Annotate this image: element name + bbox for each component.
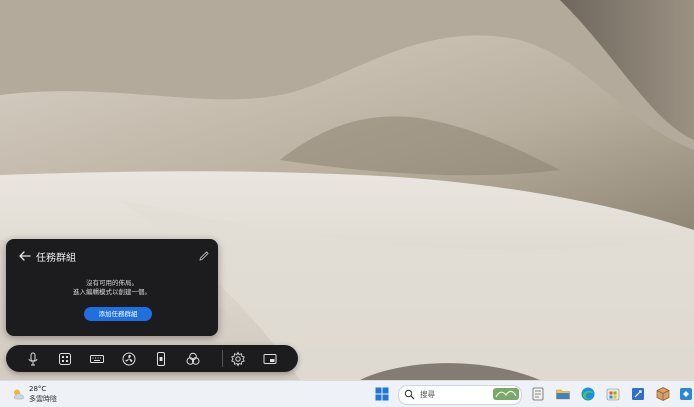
- empty-state-message: 沒有可用的佈局。 進入編輯模式以創建一個。: [6, 279, 218, 297]
- settings-icon[interactable]: [230, 351, 246, 367]
- keyboard-icon[interactable]: [89, 351, 105, 367]
- microphone-icon[interactable]: [25, 351, 41, 367]
- search-highlight-icon: [493, 388, 519, 400]
- search-placeholder: 搜尋: [420, 390, 435, 399]
- package-icon[interactable]: [655, 386, 671, 402]
- weather-widget[interactable]: 28°C 多雲時陰: [8, 383, 78, 405]
- back-arrow-icon[interactable]: [18, 249, 32, 263]
- edge-icon[interactable]: [580, 386, 596, 402]
- cloudy-weather-icon: [13, 389, 24, 400]
- store-icon[interactable]: [605, 386, 621, 402]
- edit-pencil-icon[interactable]: [198, 250, 210, 262]
- color-circles-icon[interactable]: [185, 351, 201, 367]
- start-icon[interactable]: [374, 386, 390, 402]
- folder-icon[interactable]: [555, 386, 571, 402]
- toolbar-divider: [222, 350, 223, 367]
- empty-line-1: 沒有可用的佈局。: [86, 279, 138, 287]
- add-task-group-button[interactable]: 添加任務群組: [84, 307, 152, 321]
- weather-description: 多雲時陰: [29, 395, 57, 403]
- editor-icon[interactable]: [630, 386, 646, 402]
- panel-header: 任務群組: [6, 239, 218, 273]
- weather-temperature: 28°C: [29, 385, 47, 393]
- file-manager-icon[interactable]: [530, 386, 546, 402]
- picture-in-picture-icon[interactable]: [262, 351, 278, 367]
- taskbar: 28°C 多雲時陰 搜尋: [0, 380, 694, 407]
- task-group-panel: 任務群組 沒有可用的佈局。 進入編輯模式以創建一個。 添加任務群組: [6, 239, 218, 336]
- app-icon[interactable]: [678, 386, 694, 402]
- phone-icon[interactable]: [153, 351, 169, 367]
- empty-line-2: 進入編輯模式以創建一個。: [73, 288, 151, 296]
- panel-title: 任務群組: [36, 253, 76, 264]
- apps-grid-icon[interactable]: [57, 351, 73, 367]
- search-icon: [404, 389, 415, 400]
- fan-icon[interactable]: [121, 351, 137, 367]
- search-input[interactable]: 搜尋: [398, 385, 522, 405]
- quick-toolbar: [6, 345, 298, 372]
